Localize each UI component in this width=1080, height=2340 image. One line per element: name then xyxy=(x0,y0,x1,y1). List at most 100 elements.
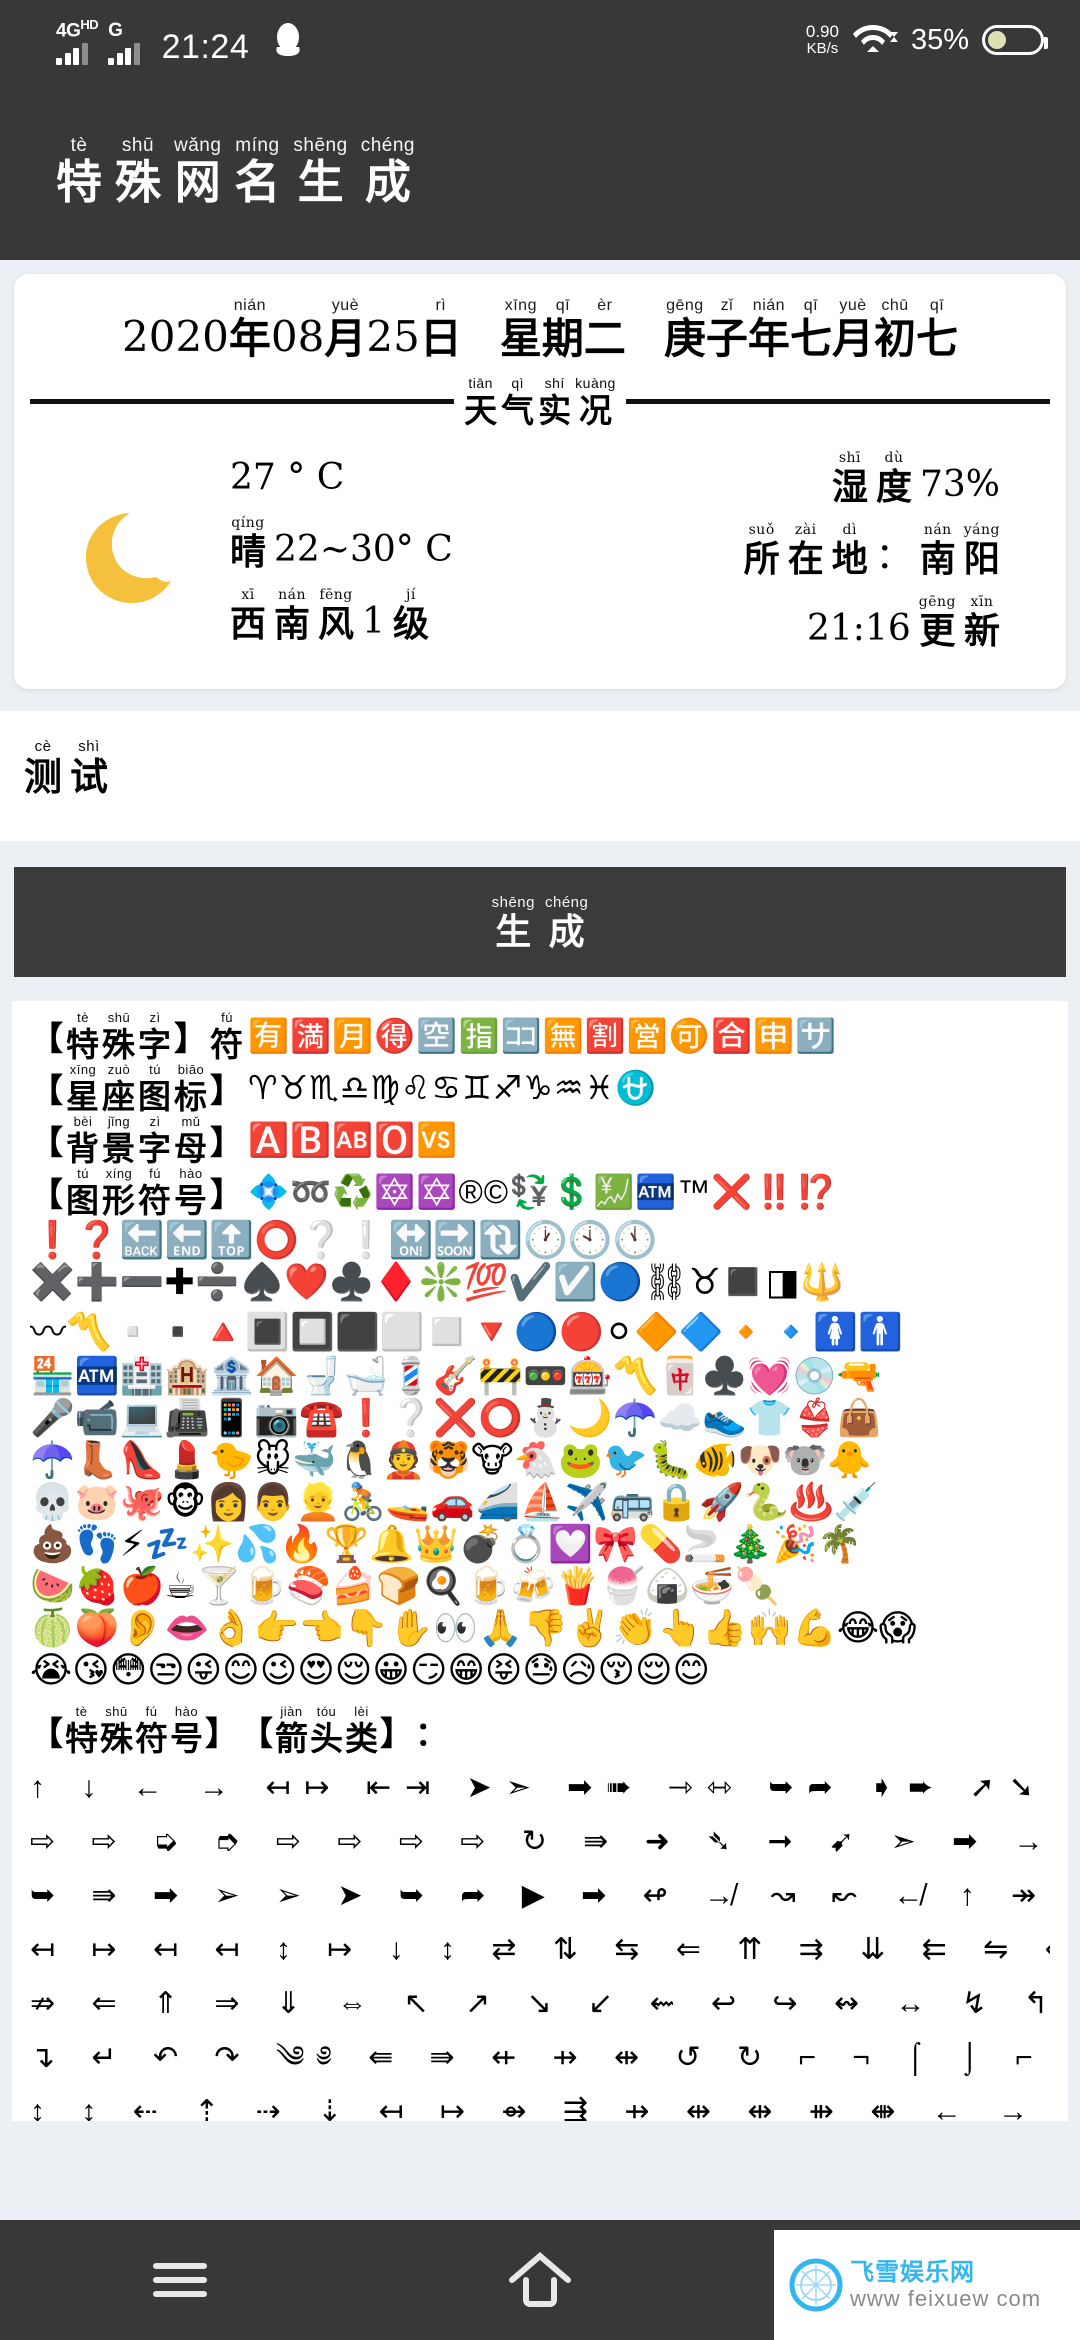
symbol-category-row[interactable]: 【xīng 星 zuò 座 tú 图 biāo 标】 ♈♉♏♎♍♌♋♊♐♑♒♓⛎ xyxy=(30,1063,1050,1113)
arrow-row[interactable]: ↴ ↵ ↶ ↷ ༄༅ ⇚ ⇛ ⇷ ⇸ ⇹ ↺ ↻ ⌐ ¬ ⌠ ⌡ ⌐ ¬ ↓ ↓ xyxy=(30,2031,1050,2085)
han-char: 实 xyxy=(538,391,572,430)
divider-line-right xyxy=(625,399,1050,404)
emoji-row[interactable]: 🎤📹💻📠📱📷☎️❗❔❌⭕⛄🌙☂️☁️👟👕👙👜 xyxy=(30,1397,1050,1439)
ruby-char: biāo 标 xyxy=(174,1063,208,1113)
emoji-row[interactable]: 〰〽️▫️▪️🔺🔳🔲⬛⬜◻️🔻🔵🔴⚪🔶🔷🔸🔹🚺🚹 xyxy=(30,1303,1050,1355)
category-glyphs[interactable]: 💠➿♻️🔯✡️®©💱💲💹🏧™❌‼️⁉️ xyxy=(248,1170,838,1214)
emoji-row[interactable]: 🏪🏧🏥🏨🏦🏠🚽🛁💈🎸🚧🚥🎰〽️🀄♣️💓💿🔫 xyxy=(30,1355,1050,1397)
network-speed-indicator: 0.90 KB/s xyxy=(806,22,839,58)
symbol-category-row[interactable]: 【bèi 背 jǐng 景 zì 字 mǔ 母】 🅰️🅱️🆎🅾️🆚 xyxy=(30,1115,1050,1165)
content-wrap: 2020 nián 年 08 yuè 月 25 rì 日 xīng 星 qī 期 èr 二 gēng 庚 zǐ 子 n… xyxy=(0,274,1080,689)
nickname-input[interactable]: cè 测 shì 试 xyxy=(0,711,1080,841)
generate-button[interactable]: shēng 生 chéng 成 xyxy=(14,867,1066,977)
emoji-row[interactable]: 😭😘😳😒😜😊😉😍😌😀😏😁😝😓😥😚😌😊 xyxy=(30,1649,1050,1691)
button-char: shēng 生 xyxy=(492,895,535,950)
han-char: 地 xyxy=(831,538,868,580)
pinyin: nán xyxy=(923,522,952,538)
date-char: chū 初 xyxy=(874,298,916,360)
network-speed-unit: KB/s xyxy=(806,40,839,58)
status-right-group: 0.90 KB/s 35% xyxy=(806,19,1054,61)
weather-body: 27 ° C qíng 晴 22~30° C xī 西 nán 南 fēng 风 1 jí 级 sh… xyxy=(14,435,1066,673)
ruby-char: zuò 座 xyxy=(102,1063,136,1113)
ruby-char: suǒ 所 xyxy=(744,523,780,577)
han-char: 南 xyxy=(919,538,956,580)
han-char: 网 xyxy=(174,154,221,209)
symbol-category-row[interactable]: 【tè 特 shū 殊 zì 字】 fú 符 🈶🈵🈷️🉐🈳🈯️🈁🈚️🈹🈺🉑🈴🈸🈂️ xyxy=(30,1011,1050,1061)
emoji-row[interactable]: 💀🐷🐙🐵👩👨👱🚴🚤🚗🚄⛵✈️🚌🔒🚀🐍♨️💉 xyxy=(30,1481,1050,1523)
han-char: 试 xyxy=(70,754,109,799)
han-char: 图 xyxy=(66,1181,100,1220)
bracket-open: 【 xyxy=(30,1714,63,1753)
arrow-row[interactable]: ↨ ↨ ⇠ ⇡ ⇢ ⇣ ↤ ↦ ⇴ ⇶ ⇸ ⇹ ⇹ ⇻ ⇼ ← → ↔ ↞ Ⅲ … xyxy=(30,2085,1050,2121)
date-char: yuè 月 xyxy=(832,298,874,360)
recents-button[interactable] xyxy=(125,2220,235,2340)
pinyin: gēng xyxy=(666,297,704,314)
ruby-char: nán 南 xyxy=(920,523,956,577)
han-char: 成 xyxy=(364,154,411,209)
arrow-row[interactable]: ↑ ↓ ← → ↤↦ ⇤⇥ ➤➣ ➡➠ ⇾⇿ ➥➦ ➧➨ ➚➘ ➙➶ xyxy=(30,1761,1050,1815)
emoji-row[interactable]: 🍉🍓🍎☕🍸🍺🍣🍰🍞🍳🍺🍻🍟🍧🍙🍜🍡 xyxy=(30,1565,1050,1607)
title-char: shēng 生 xyxy=(293,136,347,205)
han-char: 头 xyxy=(310,1719,343,1758)
arrow-row[interactable]: ⇨ ⇨ ➭ ➮ ⇨ ⇨ ⇨ ⇨ ↻ ⇛ ➜ ➴ ➞ ➹ ➣ ➡ → → xyxy=(30,1815,1050,1869)
pinyin: dù xyxy=(884,450,904,466)
page-title: tè 特 shū 殊 wǎng 网 míng 名 shēng 生 chéng 成 xyxy=(56,136,415,205)
arrow-row[interactable]: ↤ ↦ ↤ ↤ ↕ ↦ ↓ ↕ ⇄ ⇅ ⇆ ⇐ ⇈ ⇉ ⇊ ⇇ ⇋ ⇍ ⇎ xyxy=(30,1923,1050,1977)
title-char: wǎng 网 xyxy=(174,136,221,205)
ruby-char: fú 符 xyxy=(138,1167,172,1217)
date-char: qī 七 xyxy=(790,298,832,360)
pinyin: qī xyxy=(929,297,945,314)
home-button[interactable] xyxy=(485,2220,595,2340)
weather-right-column: shī 湿 dù 度 73% suǒ 所 zài 在 dì 地： nán 南 yáng 阳 21:16 gē… xyxy=(615,451,1026,667)
han-char: 名 xyxy=(234,154,281,209)
ruby-char: qíng 晴 xyxy=(230,516,266,570)
button-char: chéng 成 xyxy=(545,895,588,950)
date-char: nián 年 xyxy=(229,298,271,360)
han-char: 七 xyxy=(789,314,832,363)
han-char: 殊 xyxy=(102,1025,136,1064)
pinyin: mǔ xyxy=(181,1114,201,1129)
ruby-char: xī 西 xyxy=(230,588,266,642)
emoji-row[interactable]: 💩👣⚡💤✨💦🔥🏆🔔👑💣💍💟🎀💊🚬🎄🎉🌴 xyxy=(30,1523,1050,1565)
symbol-result-panel[interactable]: 【tè 特 shū 殊 zì 字】 fú 符 🈶🈵🈷️🉐🈳🈯️🈁🈚️🈹🈺🉑🈴🈸🈂️ 【xīng 星 z… xyxy=(12,1001,1068,2121)
arrow-row[interactable]: ⇏ ⇐ ⇑ ⇒ ⇓ ⇔ ↖ ↗ ↘ ↙ ⇜ ↩ ↪ ↭ ↔ ↯ ↰ ↱ ↲ ↳ xyxy=(30,1977,1050,2031)
network-type-label: 4GHD xyxy=(56,16,99,42)
emoji-row[interactable]: ❗❓🔙🔚🔝⭕❔❕🔛🔜🔃🕐🕙🕚 xyxy=(30,1219,1050,1261)
emoji-row[interactable]: 🍈🍑👂👄👌👉👈👇✋👀🙏👎✌️👏👆👍🙌💪😂😱 xyxy=(30,1607,1050,1649)
category-glyphs[interactable]: 🅰️🅱️🆎🅾️🆚 xyxy=(248,1118,458,1162)
emoji-row[interactable]: ☂️👢👠💄🐤🐭🐳🐧👲🐯🐮🐔🐸🐦🐛🐠🐶🐨🐥 xyxy=(30,1439,1050,1481)
nickname-input-value: cè 测 shì 试 xyxy=(24,739,108,796)
bracket-open: 【 xyxy=(30,1175,64,1214)
ruby-char: nán 南 xyxy=(274,588,310,642)
han-char: 测 xyxy=(24,754,63,799)
han-char: 字 xyxy=(138,1025,172,1064)
network-type2-label: G xyxy=(108,20,123,42)
pinyin: shēng xyxy=(491,893,535,911)
bracket-close: 】 xyxy=(174,1019,208,1058)
date-char: zǐ 子 xyxy=(706,298,748,360)
humidity-info: shī 湿 dù 度 73% xyxy=(615,451,1000,505)
emoji-row[interactable]: ✖️➕➖✚➗♠️❤️♣️♦️❇️💯✔️☑️🔵⛓♉◼️◨🔱 xyxy=(30,1261,1050,1303)
han-char: 子 xyxy=(705,314,748,363)
weather-left-column: 27 ° C qíng 晴 22~30° C xī 西 nán 南 fēng 风 1 jí 级 xyxy=(190,458,615,660)
ruby-char: jí 级 xyxy=(393,588,429,642)
date-char: xīng 星 xyxy=(500,298,542,360)
ruby-char: xīng 星 xyxy=(66,1063,100,1113)
han-char: 景 xyxy=(102,1129,136,1168)
date-char: nián 年 xyxy=(748,298,790,360)
ruby-char: hào 号 xyxy=(174,1167,208,1217)
arrow-symbol-list: ↑ ↓ ← → ↤↦ ⇤⇥ ➤➣ ➡➠ ⇾⇿ ➥➦ ➧➨ ➚➘ ➙➶ ⇨ ⇨ ➭ … xyxy=(30,1761,1050,2121)
han-char: 成 xyxy=(548,910,585,953)
pinyin: shū xyxy=(107,1010,131,1025)
pinyin: shū xyxy=(121,134,155,156)
pinyin: shì xyxy=(78,738,100,755)
category-glyphs[interactable]: ♈♉♏♎♍♌♋♊♐♑♒♓⛎ xyxy=(248,1066,657,1110)
symbol-category-row[interactable]: 【tú 图 xíng 形 fú 符 hào 号】 💠➿♻️🔯✡️®©💱💲💹🏧™❌‼️⁉️ xyxy=(30,1167,1050,1217)
category-glyphs[interactable]: 🈶🈵🈷️🉐🈳🈯️🈁🈚️🈹🈺🉑🈴🈸🈂️ xyxy=(248,1014,837,1058)
pinyin: tú xyxy=(77,1166,89,1181)
han-char: 特 xyxy=(65,1719,98,1758)
wind-info: xī 西 nán 南 fēng 风 1 jí 级 xyxy=(230,588,615,642)
category-label: 【xīng 星 zuò 座 tú 图 biāo 标】 xyxy=(30,1063,244,1113)
arrow-row[interactable]: ➥ ⇛ ➡ ➢ ➢ ➤ ➥ ➦ ▶ ➡ ↫ ↛ ↝ ↜ ↚ ↑ ↠ ↠ ↓ xyxy=(30,1869,1050,1923)
bracket-open: 【 xyxy=(30,1019,64,1058)
